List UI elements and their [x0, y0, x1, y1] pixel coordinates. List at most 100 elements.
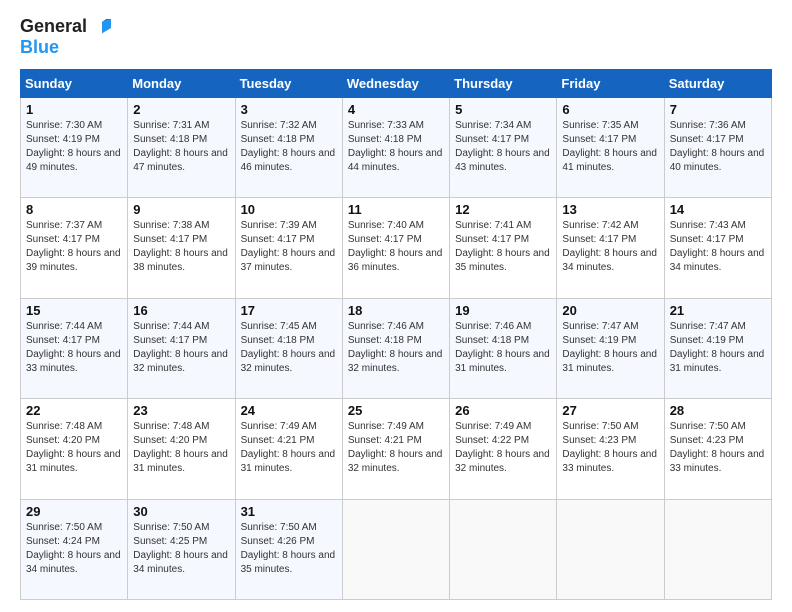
logo-text: General Blue: [20, 16, 111, 59]
weekday-header-tuesday: Tuesday: [235, 69, 342, 97]
calendar-cell: 15 Sunrise: 7:44 AMSunset: 4:17 PMDayligh…: [21, 298, 128, 398]
weekday-header-wednesday: Wednesday: [342, 69, 449, 97]
calendar-cell: 14 Sunrise: 7:43 AMSunset: 4:17 PMDayligh…: [664, 198, 771, 298]
cell-info: Sunrise: 7:39 AMSunset: 4:17 PMDaylight:…: [241, 220, 336, 273]
calendar-cell: [664, 499, 771, 599]
cell-info: Sunrise: 7:48 AMSunset: 4:20 PMDaylight:…: [26, 421, 121, 474]
calendar-cell: 30 Sunrise: 7:50 AMSunset: 4:25 PMDayligh…: [128, 499, 235, 599]
day-number: 4: [348, 102, 444, 117]
calendar-cell: 3 Sunrise: 7:32 AMSunset: 4:18 PMDaylight…: [235, 97, 342, 197]
day-number: 10: [241, 202, 337, 217]
cell-info: Sunrise: 7:50 AMSunset: 4:23 PMDaylight:…: [562, 421, 657, 474]
calendar-cell: 27 Sunrise: 7:50 AMSunset: 4:23 PMDayligh…: [557, 399, 664, 499]
weekday-header-monday: Monday: [128, 69, 235, 97]
cell-info: Sunrise: 7:43 AMSunset: 4:17 PMDaylight:…: [670, 220, 765, 273]
calendar-cell: 28Sunrise: 7:50 AMSunset: 4:23 PMDayligh…: [664, 399, 771, 499]
weekday-header-thursday: Thursday: [450, 69, 557, 97]
day-number: 26: [455, 403, 551, 418]
day-number: 17: [241, 303, 337, 318]
cell-info: Sunrise: 7:35 AMSunset: 4:17 PMDaylight:…: [562, 120, 657, 173]
day-number: 15: [26, 303, 122, 318]
calendar-cell: 25 Sunrise: 7:49 AMSunset: 4:21 PMDayligh…: [342, 399, 449, 499]
weekday-header-friday: Friday: [557, 69, 664, 97]
day-number: 9: [133, 202, 229, 217]
cell-info: Sunrise: 7:31 AMSunset: 4:18 PMDaylight:…: [133, 120, 228, 173]
calendar-cell: 16 Sunrise: 7:44 AMSunset: 4:17 PMDayligh…: [128, 298, 235, 398]
day-number: 28: [670, 403, 766, 418]
cell-info: Sunrise: 7:50 AMSunset: 4:26 PMDaylight:…: [241, 522, 336, 575]
calendar-cell: 6Sunrise: 7:35 AMSunset: 4:17 PMDaylight…: [557, 97, 664, 197]
calendar-cell: 11 Sunrise: 7:40 AMSunset: 4:17 PMDayligh…: [342, 198, 449, 298]
calendar-cell: 21Sunrise: 7:47 AMSunset: 4:19 PMDayligh…: [664, 298, 771, 398]
day-number: 22: [26, 403, 122, 418]
day-number: 8: [26, 202, 122, 217]
cell-info: Sunrise: 7:50 AMSunset: 4:25 PMDaylight:…: [133, 522, 228, 575]
calendar-cell: [450, 499, 557, 599]
calendar-cell: 31 Sunrise: 7:50 AMSunset: 4:26 PMDayligh…: [235, 499, 342, 599]
calendar-cell: [557, 499, 664, 599]
cell-info: Sunrise: 7:47 AMSunset: 4:19 PMDaylight:…: [562, 321, 657, 374]
cell-info: Sunrise: 7:44 AMSunset: 4:17 PMDaylight:…: [133, 321, 228, 374]
day-number: 2: [133, 102, 229, 117]
day-number: 7: [670, 102, 766, 117]
day-number: 11: [348, 202, 444, 217]
calendar-cell: 13 Sunrise: 7:42 AMSunset: 4:17 PMDayligh…: [557, 198, 664, 298]
day-number: 29: [26, 504, 122, 519]
cell-info: Sunrise: 7:36 AMSunset: 4:17 PMDaylight:…: [670, 120, 765, 173]
day-number: 24: [241, 403, 337, 418]
cell-info: Sunrise: 7:34 AMSunset: 4:17 PMDaylight:…: [455, 120, 550, 173]
day-number: 20: [562, 303, 658, 318]
header: General Blue: [20, 16, 772, 59]
calendar-cell: 18 Sunrise: 7:46 AMSunset: 4:18 PMDayligh…: [342, 298, 449, 398]
day-number: 1: [26, 102, 122, 117]
calendar-cell: [342, 499, 449, 599]
calendar-cell: 1 Sunrise: 7:30 AMSunset: 4:19 PMDaylight…: [21, 97, 128, 197]
day-number: 3: [241, 102, 337, 117]
day-number: 27: [562, 403, 658, 418]
cell-info: Sunrise: 7:33 AMSunset: 4:18 PMDaylight:…: [348, 120, 443, 173]
cell-info: Sunrise: 7:44 AMSunset: 4:17 PMDaylight:…: [26, 321, 121, 374]
cell-info: Sunrise: 7:30 AMSunset: 4:19 PMDaylight:…: [26, 120, 121, 173]
day-number: 18: [348, 303, 444, 318]
page: General Blue SundayMondayTuesdayWednesda…: [0, 0, 792, 612]
calendar-cell: 7 Sunrise: 7:36 AMSunset: 4:17 PMDaylight…: [664, 97, 771, 197]
cell-info: Sunrise: 7:38 AMSunset: 4:17 PMDaylight:…: [133, 220, 228, 273]
day-number: 19: [455, 303, 551, 318]
calendar-cell: 22 Sunrise: 7:48 AMSunset: 4:20 PMDayligh…: [21, 399, 128, 499]
calendar-cell: 24 Sunrise: 7:49 AMSunset: 4:21 PMDayligh…: [235, 399, 342, 499]
calendar-cell: 17 Sunrise: 7:45 AMSunset: 4:18 PMDayligh…: [235, 298, 342, 398]
cell-info: Sunrise: 7:40 AMSunset: 4:17 PMDaylight:…: [348, 220, 443, 273]
day-number: 14: [670, 202, 766, 217]
calendar-cell: 9 Sunrise: 7:38 AMSunset: 4:17 PMDaylight…: [128, 198, 235, 298]
cell-info: Sunrise: 7:46 AMSunset: 4:18 PMDaylight:…: [455, 321, 550, 374]
day-number: 16: [133, 303, 229, 318]
cell-info: Sunrise: 7:49 AMSunset: 4:22 PMDaylight:…: [455, 421, 550, 474]
calendar-cell: 23 Sunrise: 7:48 AMSunset: 4:20 PMDayligh…: [128, 399, 235, 499]
cell-info: Sunrise: 7:41 AMSunset: 4:17 PMDaylight:…: [455, 220, 550, 273]
logo-bird-icon: [93, 19, 111, 37]
day-number: 5: [455, 102, 551, 117]
cell-info: Sunrise: 7:49 AMSunset: 4:21 PMDaylight:…: [348, 421, 443, 474]
calendar-cell: 8 Sunrise: 7:37 AMSunset: 4:17 PMDaylight…: [21, 198, 128, 298]
weekday-header-sunday: Sunday: [21, 69, 128, 97]
day-number: 13: [562, 202, 658, 217]
cell-info: Sunrise: 7:48 AMSunset: 4:20 PMDaylight:…: [133, 421, 228, 474]
calendar-table: SundayMondayTuesdayWednesdayThursdayFrid…: [20, 69, 772, 600]
cell-info: Sunrise: 7:32 AMSunset: 4:18 PMDaylight:…: [241, 120, 336, 173]
cell-info: Sunrise: 7:47 AMSunset: 4:19 PMDaylight:…: [670, 321, 765, 374]
cell-info: Sunrise: 7:42 AMSunset: 4:17 PMDaylight:…: [562, 220, 657, 273]
calendar-cell: 10 Sunrise: 7:39 AMSunset: 4:17 PMDayligh…: [235, 198, 342, 298]
logo: General Blue: [20, 16, 111, 59]
calendar-cell: 19 Sunrise: 7:46 AMSunset: 4:18 PMDayligh…: [450, 298, 557, 398]
day-number: 30: [133, 504, 229, 519]
cell-info: Sunrise: 7:46 AMSunset: 4:18 PMDaylight:…: [348, 321, 443, 374]
calendar-cell: 2 Sunrise: 7:31 AMSunset: 4:18 PMDaylight…: [128, 97, 235, 197]
weekday-header-saturday: Saturday: [664, 69, 771, 97]
cell-info: Sunrise: 7:45 AMSunset: 4:18 PMDaylight:…: [241, 321, 336, 374]
cell-info: Sunrise: 7:49 AMSunset: 4:21 PMDaylight:…: [241, 421, 336, 474]
day-number: 31: [241, 504, 337, 519]
cell-info: Sunrise: 7:50 AMSunset: 4:24 PMDaylight:…: [26, 522, 121, 575]
day-number: 25: [348, 403, 444, 418]
day-number: 23: [133, 403, 229, 418]
cell-info: Sunrise: 7:37 AMSunset: 4:17 PMDaylight:…: [26, 220, 121, 273]
